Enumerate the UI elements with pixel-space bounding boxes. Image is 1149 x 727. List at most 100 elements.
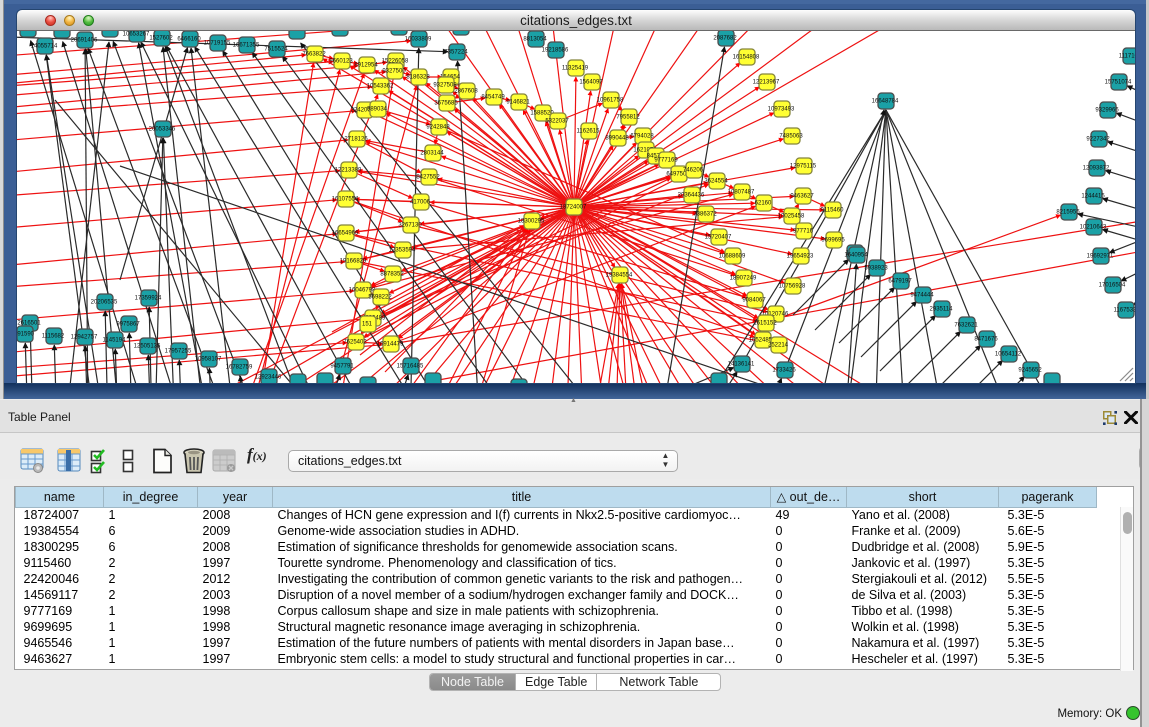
svg-text:1162615: 1162615 xyxy=(577,129,601,135)
svg-text:15720407: 15720407 xyxy=(705,235,732,241)
svg-text:19166829: 19166829 xyxy=(340,259,367,265)
svg-text:417006: 417006 xyxy=(410,200,431,206)
svg-text:746206: 746206 xyxy=(683,168,704,174)
svg-text:18907249: 18907249 xyxy=(730,276,757,282)
svg-text:9327500: 9327500 xyxy=(382,69,406,75)
svg-text:20053346: 20053346 xyxy=(149,127,176,133)
svg-text:9463627: 9463627 xyxy=(790,194,814,200)
svg-text:9227342: 9227342 xyxy=(1086,137,1110,143)
svg-text:16154808: 16154808 xyxy=(733,55,760,61)
svg-text:14136141: 14136141 xyxy=(728,362,755,368)
svg-text:8912954: 8912954 xyxy=(354,63,378,69)
svg-text:3675685: 3675685 xyxy=(434,101,458,107)
svg-text:1564097: 1564097 xyxy=(579,80,603,86)
svg-text:10688609: 10688609 xyxy=(719,254,746,260)
svg-text:1115682: 1115682 xyxy=(42,334,65,340)
svg-text:16782759: 16782759 xyxy=(226,365,253,371)
svg-text:18300295: 18300295 xyxy=(518,219,545,225)
svg-text:9777169: 9777169 xyxy=(654,158,678,164)
svg-text:9660123: 9660123 xyxy=(329,59,353,65)
svg-text:9084067: 9084067 xyxy=(742,298,766,304)
svg-text:16914479: 16914479 xyxy=(377,342,404,348)
svg-text:1117164: 1117164 xyxy=(1119,54,1135,60)
svg-text:10025458: 10025458 xyxy=(778,214,805,220)
svg-text:2867608: 2867608 xyxy=(454,89,478,95)
svg-text:7357224: 7357224 xyxy=(444,50,468,56)
svg-text:20364436: 20364436 xyxy=(678,193,705,199)
svg-text:8878352: 8878352 xyxy=(380,272,404,278)
svg-text:8186328: 8186328 xyxy=(406,75,430,81)
svg-text:9115460: 9115460 xyxy=(821,208,845,214)
svg-text:1527602: 1527602 xyxy=(149,36,173,42)
svg-text:3624554: 3624554 xyxy=(704,179,728,185)
svg-text:15751074: 15751074 xyxy=(1105,80,1132,86)
svg-text:12923446: 12923446 xyxy=(255,375,282,381)
svg-text:14055714: 14055714 xyxy=(31,44,58,50)
svg-text:391590: 391590 xyxy=(17,332,35,338)
svg-text:12093872: 12093872 xyxy=(1083,166,1110,172)
svg-text:8471676: 8471676 xyxy=(974,337,998,343)
svg-text:10653267: 10653267 xyxy=(123,32,150,38)
svg-text:8454749: 8454749 xyxy=(481,95,505,101)
svg-text:10973493: 10973493 xyxy=(768,107,795,113)
svg-text:11325419: 11325419 xyxy=(562,66,589,72)
svg-text:6794028: 6794028 xyxy=(630,134,654,140)
svg-text:12213967: 12213967 xyxy=(753,80,780,86)
svg-text:9329966: 9329966 xyxy=(1095,108,1119,114)
svg-text:5698222: 5698222 xyxy=(368,295,392,301)
svg-text:20691406: 20691406 xyxy=(71,38,98,44)
svg-text:19692971: 19692971 xyxy=(1087,254,1114,260)
svg-text:252214: 252214 xyxy=(768,343,789,349)
svg-text:9975867: 9975867 xyxy=(116,322,140,328)
svg-text:8215955: 8215955 xyxy=(1056,210,1080,216)
svg-text:9242848: 9242848 xyxy=(426,125,450,131)
svg-text:977716: 977716 xyxy=(793,229,814,235)
svg-text:10719155: 10719155 xyxy=(204,41,231,47)
svg-text:19218586: 19218586 xyxy=(542,48,569,54)
svg-text:20206535: 20206535 xyxy=(91,300,118,306)
svg-text:12975115: 12975115 xyxy=(790,164,817,170)
svg-text:7515524: 7515524 xyxy=(264,47,288,53)
svg-text:6479197: 6479197 xyxy=(888,279,912,285)
svg-text:8427552: 8427552 xyxy=(416,175,440,181)
svg-text:1733426: 1733426 xyxy=(772,368,796,374)
svg-text:9245652: 9245652 xyxy=(1018,368,1042,374)
svg-text:10210643: 10210643 xyxy=(1080,225,1107,231)
svg-text:12353594: 12353594 xyxy=(389,248,416,254)
svg-text:9474444: 9474444 xyxy=(910,293,934,299)
svg-text:1615152: 1615152 xyxy=(753,321,777,327)
svg-text:16654966: 16654966 xyxy=(332,231,359,237)
svg-text:7386372: 7386372 xyxy=(693,212,717,218)
svg-text:18724007: 18724007 xyxy=(560,205,587,211)
svg-text:19654923: 19654923 xyxy=(787,254,814,260)
svg-text:989034: 989034 xyxy=(367,107,388,113)
svg-text:10807487: 10807487 xyxy=(728,190,755,196)
svg-text:10958107: 10958107 xyxy=(195,357,222,363)
svg-text:10654112: 10654112 xyxy=(995,352,1022,358)
svg-text:1167533: 1167533 xyxy=(1114,308,1135,314)
svg-text:19384554: 19384554 xyxy=(606,273,633,279)
svg-text:2718126: 2718126 xyxy=(344,137,368,143)
svg-text:8990448: 8990448 xyxy=(605,136,629,142)
svg-text:2803144: 2803144 xyxy=(420,151,444,157)
svg-text:10543362: 10543362 xyxy=(367,84,394,90)
svg-text:1145194: 1145194 xyxy=(103,338,127,344)
svg-text:17957255: 17957255 xyxy=(165,349,192,355)
svg-text:7632621: 7632621 xyxy=(954,323,978,329)
svg-text:12505135: 12505135 xyxy=(134,344,161,350)
svg-text:9699695: 9699695 xyxy=(821,238,845,244)
svg-text:7663822: 7663822 xyxy=(302,52,326,58)
svg-text:17016504: 17016504 xyxy=(1099,283,1126,289)
svg-text:8813054: 8813054 xyxy=(523,37,547,43)
svg-text:62160: 62160 xyxy=(755,201,772,207)
svg-text:12213389: 12213389 xyxy=(335,168,362,174)
svg-text:3267130: 3267130 xyxy=(398,223,422,229)
svg-text:151: 151 xyxy=(362,322,373,328)
svg-text:1640954: 1640954 xyxy=(844,253,868,259)
svg-text:7485063: 7485063 xyxy=(779,134,803,140)
svg-text:2935114: 2935114 xyxy=(930,307,954,313)
svg-text:5938923: 5938923 xyxy=(864,266,888,272)
svg-text:16033809: 16033809 xyxy=(405,37,432,43)
svg-text:10756928: 10756928 xyxy=(779,284,806,290)
svg-text:16648784: 16648784 xyxy=(872,99,899,105)
